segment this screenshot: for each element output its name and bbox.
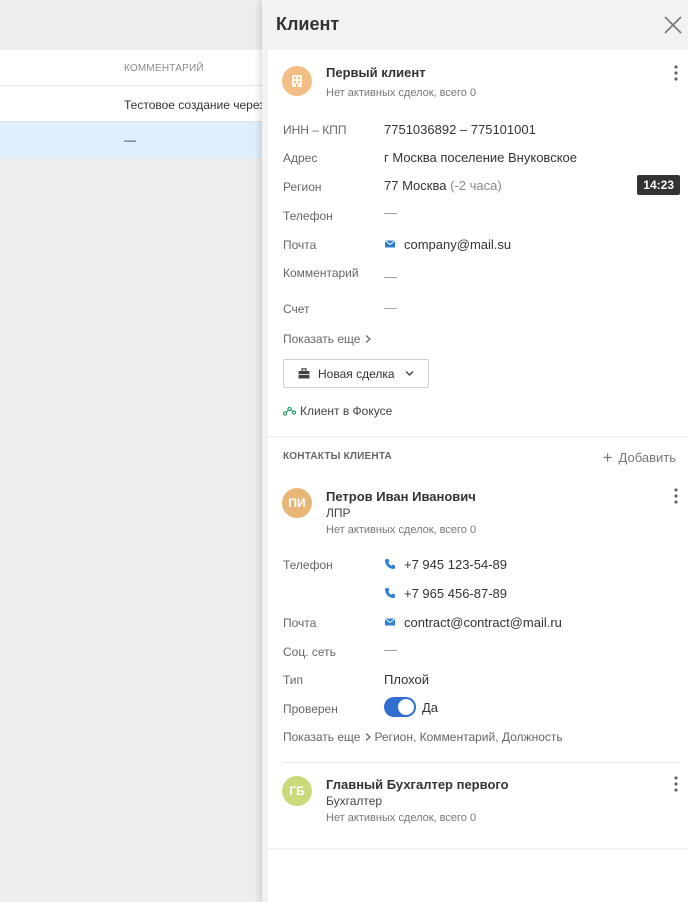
region-timezone: (-2 часа) — [450, 178, 502, 193]
show-more-link[interactable]: Показать еще — [283, 332, 372, 346]
contact-show-more-extra: Регион, Комментарий, Должность — [374, 730, 563, 744]
contact-social-value[interactable]: — — [384, 642, 397, 657]
panel-footer-area — [268, 850, 688, 902]
client-avatar — [282, 66, 312, 96]
email-value[interactable]: company@mail.su — [384, 237, 511, 252]
contact-role: Бухгалтер — [326, 794, 383, 808]
table-cell-comment: Тестовое создание через — [124, 98, 262, 112]
mail-icon — [384, 618, 396, 626]
chevron-right-icon — [366, 335, 372, 343]
new-deal-label: Новая сделка — [318, 367, 395, 381]
table-row-selected[interactable]: — — [0, 122, 262, 158]
inn-value: 7751036892 – 775101001 — [384, 122, 536, 137]
client-name[interactable]: Первый клиент — [326, 65, 426, 80]
plus-icon: + — [602, 448, 613, 467]
phone-icon — [385, 588, 395, 598]
verified-value: Да — [422, 700, 439, 715]
email-text: company@mail.su — [404, 237, 512, 252]
contact-type-value[interactable]: Плохой — [384, 672, 429, 687]
phone-value[interactable]: — — [384, 205, 397, 220]
contact-email-text: contract@contract@mail.ru — [404, 615, 562, 630]
phone-label: Телефон — [283, 209, 333, 223]
chevron-right-icon — [366, 733, 372, 741]
close-button[interactable] — [662, 14, 684, 36]
verified-toggle[interactable] — [384, 697, 416, 717]
column-header-comment: КОММЕНТАРИЙ — [124, 63, 204, 74]
contact-type-label: Тип — [283, 673, 304, 687]
contact-email-value[interactable]: contract@contract@mail.ru — [384, 615, 562, 630]
more-vertical-icon — [674, 488, 678, 504]
table-row[interactable]: Тестовое создание через — [0, 86, 262, 122]
contact-show-more-label: Показать еще — [283, 730, 361, 744]
comment-value[interactable]: — — [384, 269, 397, 284]
new-deal-button[interactable]: Новая сделка — [283, 359, 429, 388]
contact-email-label: Почта — [283, 616, 317, 630]
client-menu-button[interactable] — [668, 63, 684, 83]
contact-phone-1[interactable]: +7 945 123-54-89 — [384, 557, 507, 572]
region-name: 77 Москва — [384, 178, 447, 193]
contacts-card: КОНТАКТЫ КЛИЕНТА + Добавить ПИ Петров Ива… — [268, 438, 688, 848]
contact-verified-label: Проверен — [283, 702, 338, 716]
account-value[interactable]: — — [384, 300, 397, 315]
inn-label: ИНН – КПП — [283, 123, 347, 137]
focus-link-icon — [282, 406, 297, 416]
email-label: Почта — [283, 238, 317, 252]
account-label: Счет — [283, 302, 310, 316]
panel-title: Клиент — [276, 14, 340, 34]
contact-menu-button[interactable] — [668, 486, 684, 506]
contact-name[interactable]: Главный Бухгалтер первого — [326, 777, 509, 792]
client-panel: Клиент Первый клиент Нет активных сделок… — [262, 0, 688, 902]
add-contact-label: Добавить — [618, 450, 676, 465]
contact-role: ЛПР — [326, 506, 351, 520]
contact-avatar: ГБ — [282, 776, 312, 806]
focus-link-label: Клиент в Фокусе — [300, 404, 393, 418]
client-deals: Нет активных сделок, всего 0 — [326, 87, 477, 99]
contacts-section-title: КОНТАКТЫ КЛИЕНТА — [283, 451, 392, 462]
comment-label: Комментарий — [283, 266, 359, 280]
mail-icon — [384, 240, 396, 248]
briefcase-icon — [298, 368, 310, 379]
close-icon — [664, 16, 682, 34]
contact-phone-2-text: +7 965 456-87-89 — [404, 586, 508, 601]
chevron-down-icon — [405, 371, 414, 376]
contact-phone-label: Телефон — [283, 558, 333, 572]
contact-avatar: ПИ — [282, 488, 312, 518]
region-value: 77 Москва (-2 часа) — [384, 178, 502, 193]
contact-show-more-link[interactable]: Показать еще Регион, Комментарий, Должнос… — [283, 730, 563, 744]
client-focus-link[interactable]: Клиент в Фокусе — [282, 404, 393, 418]
phone-icon — [385, 559, 395, 569]
more-vertical-icon — [674, 65, 678, 81]
contact-social-label: Соц. сеть — [283, 645, 336, 659]
contact-deals: Нет активных сделок, всего 0 — [326, 524, 477, 536]
background-toolbar — [0, 0, 262, 50]
table-cell-comment: — — [124, 133, 136, 147]
building-icon — [292, 75, 302, 87]
background-table: КОММЕНТАРИЙ Тестовое создание через — — [0, 0, 262, 902]
add-contact-button[interactable]: + Добавить — [603, 448, 676, 468]
client-card: Первый клиент Нет активных сделок, всего… — [268, 50, 688, 436]
contact-divider — [283, 762, 678, 763]
contact-phone-2[interactable]: +7 965 456-87-89 — [384, 586, 507, 601]
more-vertical-icon — [674, 776, 678, 792]
toggle-knob — [398, 699, 414, 715]
local-time-badge: 14:23 — [637, 175, 680, 195]
show-more-label: Показать еще — [283, 332, 361, 346]
contact-name[interactable]: Петров Иван Иванович — [326, 489, 476, 504]
region-label: Регион — [283, 180, 322, 194]
contact-menu-button[interactable] — [668, 774, 684, 794]
contact-deals: Нет активных сделок, всего 0 — [326, 812, 477, 824]
table-header: КОММЕНТАРИЙ — [0, 50, 262, 86]
contact-phone-1-text: +7 945 123-54-89 — [404, 557, 508, 572]
address-value: г Москва поселение Внуковское — [384, 150, 577, 165]
address-label: Адрес — [283, 151, 318, 165]
